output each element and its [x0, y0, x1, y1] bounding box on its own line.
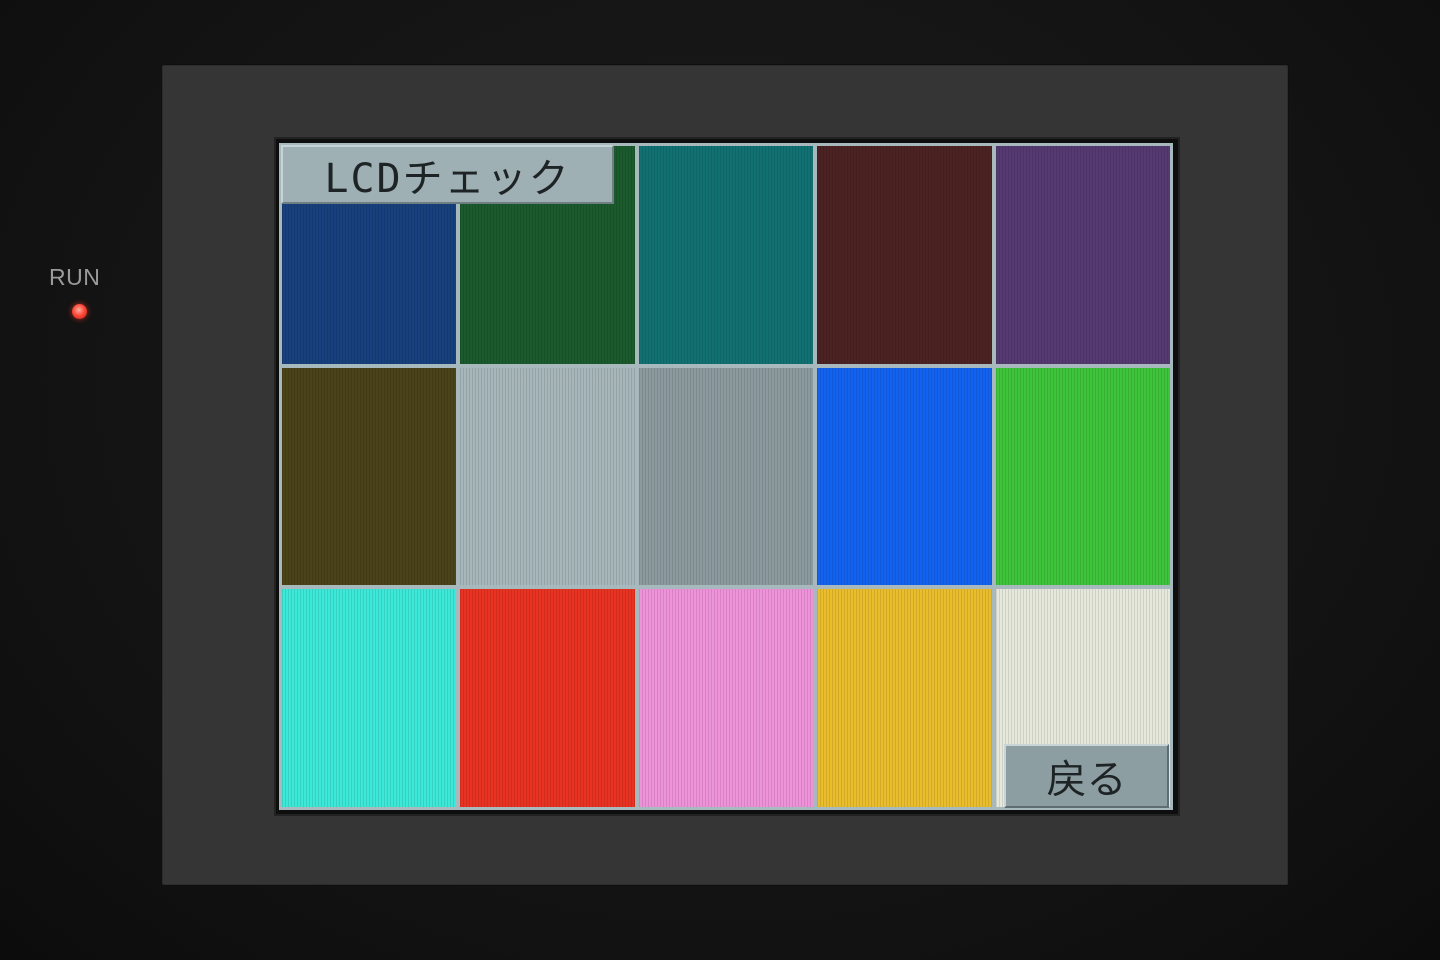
color-swatch-r2-c1: [282, 367, 457, 586]
color-swatch-r3-c3: [638, 589, 814, 807]
color-swatch-r3-c4: [817, 589, 992, 807]
run-label: RUN: [49, 264, 101, 290]
color-swatch-r1-c4: [817, 146, 992, 364]
color-swatch-r2-c2: [460, 367, 635, 586]
color-swatch-r2-c5: [995, 367, 1170, 586]
color-swatch-r3-c1: [282, 589, 457, 807]
color-swatch-r3-c2: [460, 589, 635, 807]
color-swatch-grid: [279, 143, 1173, 810]
back-button[interactable]: 戻る: [1004, 744, 1169, 808]
screen-title: LCDチェック: [281, 145, 614, 204]
run-led-icon: [72, 304, 87, 319]
hmi-device: RUN LCDチェック 戻る: [0, 0, 1440, 960]
color-swatch-r1-c5: [995, 146, 1170, 364]
color-swatch-r1-c3: [638, 146, 814, 364]
color-swatch-r2-c3: [638, 367, 814, 586]
color-swatch-r2-c4: [817, 367, 992, 586]
